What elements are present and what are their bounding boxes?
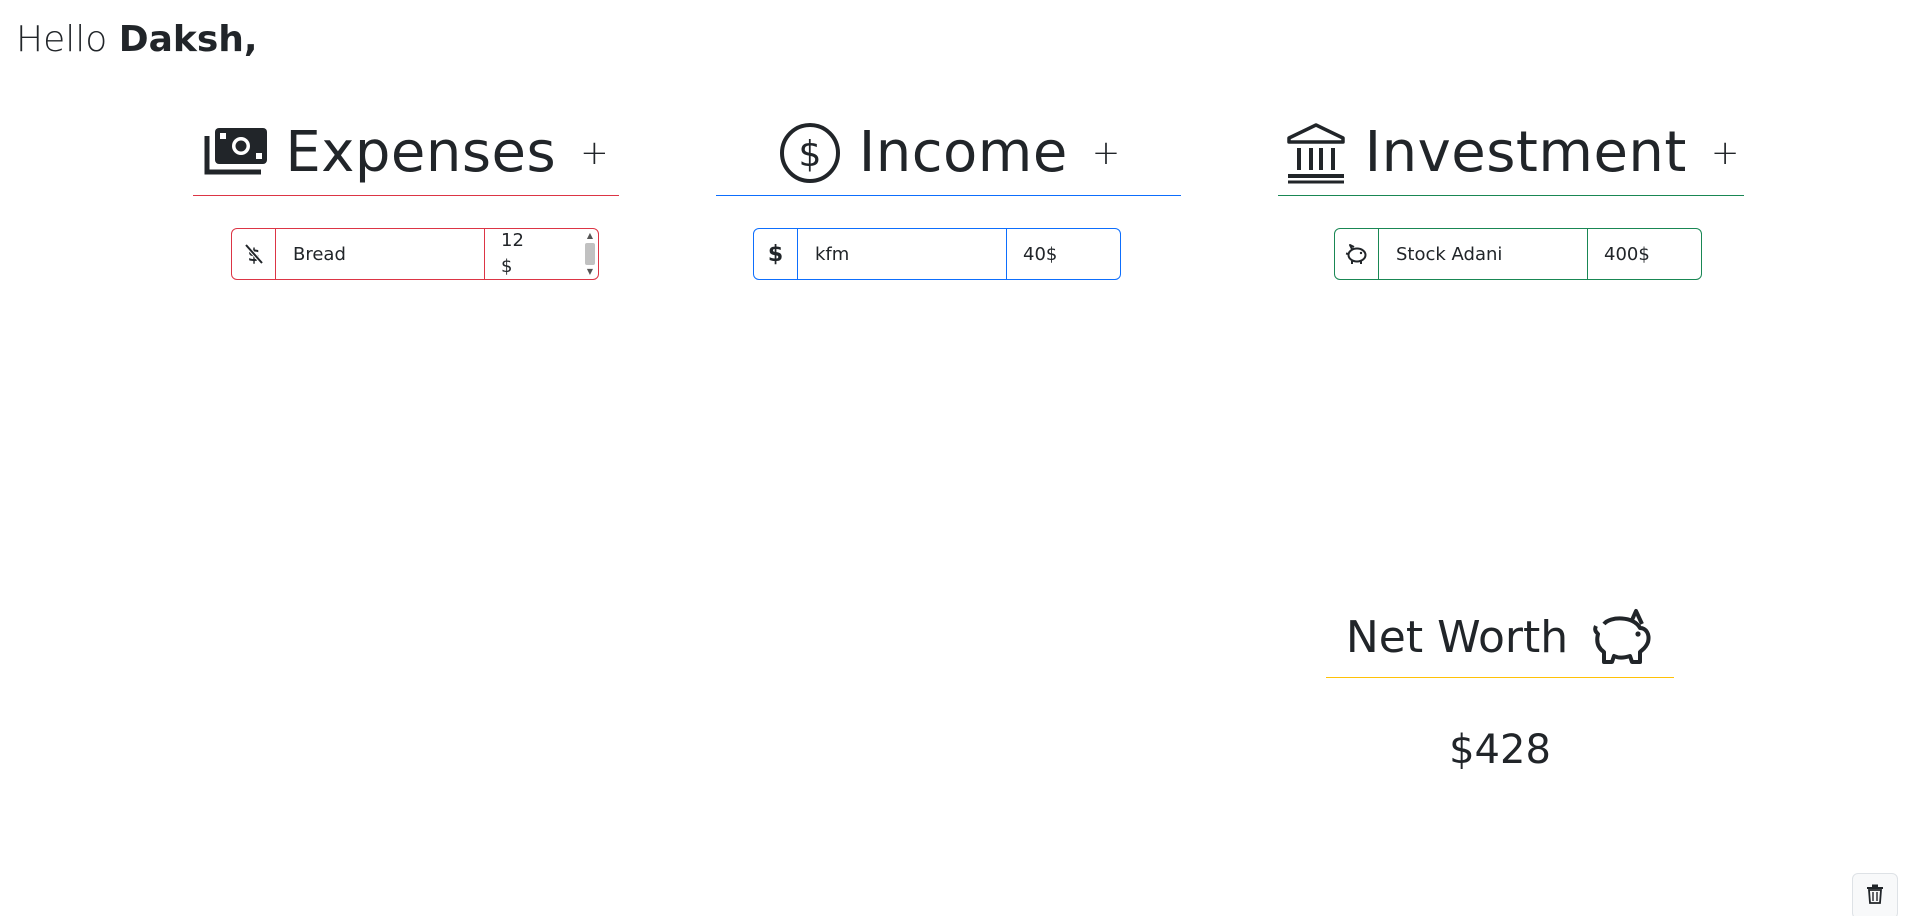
investment-item[interactable]: Stock Adani 400$ [1334,228,1702,280]
income-item[interactable]: $ kfm 40$ [753,228,1121,280]
greeting-user-name: Daksh, [118,19,258,60]
dollar-icon[interactable]: $ [754,229,798,279]
greeting: Hello Daksh, [16,18,258,62]
income-name-field[interactable]: kfm [798,229,1007,279]
net-worth-value: $428 [1449,727,1551,773]
investment-name-field[interactable]: Stock Adani [1379,229,1588,279]
add-investment-button[interactable]: + [1711,133,1740,173]
investment-amount-field[interactable]: 400$ [1588,229,1701,279]
add-expense-button[interactable]: + [580,133,609,173]
scroll-thumb[interactable] [585,243,595,265]
expense-amount-unit: $ [501,256,513,277]
income-amount-field[interactable]: 40$ [1007,229,1120,279]
expense-item[interactable]: $ Bread 12 $ ▲ ▼ [231,228,599,280]
expense-amount-field[interactable]: 12 $ ▲ ▼ [485,229,598,279]
income-header: $ Income + [716,110,1181,196]
expense-amount-value: 12 [501,230,524,251]
money-bill-icon [203,122,269,184]
expenses-title: Expenses [285,119,557,185]
trash-icon [1866,884,1884,908]
add-income-button[interactable]: + [1092,133,1121,173]
scroll-down-icon[interactable]: ▼ [587,267,593,277]
investment-title: Investment [1364,119,1687,185]
investment-header: Investment + [1278,110,1744,196]
greeting-hello: Hello [16,19,108,60]
delete-button[interactable] [1852,873,1898,916]
piggy-bank-icon [1590,608,1654,668]
net-worth-header: Net Worth [1326,598,1674,678]
piggy-bank-icon[interactable] [1335,229,1379,279]
income-title: Income [858,119,1068,185]
svg-text:$: $ [798,134,821,175]
dollar-coin-icon: $ [777,122,843,184]
bank-icon [1283,122,1349,184]
expense-name-field[interactable]: Bread [276,229,485,279]
amount-scrollbar[interactable]: ▲ ▼ [584,231,596,277]
net-worth-title: Net Worth [1345,611,1569,663]
scroll-up-icon[interactable]: ▲ [587,231,593,241]
no-dollar-icon[interactable]: $ [232,229,276,279]
expenses-header: Expenses + [193,110,619,196]
